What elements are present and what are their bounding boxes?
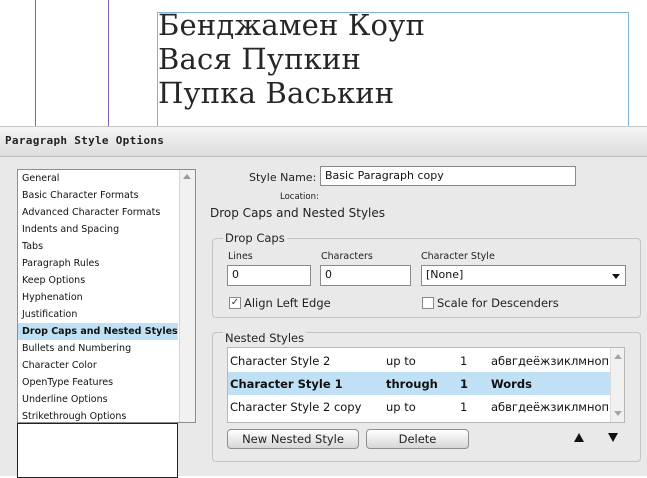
document-canvas: Бенджамен Коуп Вася Пупкин Пупка Васькин	[0, 0, 647, 127]
nested-style-row[interactable]: Character Style 2 copy up to 1 абвгдеёжз…	[228, 395, 610, 418]
category-item[interactable]: Basic Character Formats	[18, 187, 178, 204]
category-item[interactable]: Hyphenation	[18, 289, 178, 306]
new-nested-style-button[interactable]: New Nested Style	[227, 429, 359, 449]
drop-caps-group-title: Drop Caps	[223, 231, 287, 245]
category-item[interactable]: Justification	[18, 306, 178, 323]
scale-for-descenders-label: Scale for Descenders	[437, 296, 559, 310]
text-line[interactable]: Бенджамен Коуп	[158, 8, 425, 42]
nested-styles-scrollbar[interactable]	[610, 348, 624, 422]
nested-styles-group-title: Nested Styles	[223, 331, 307, 345]
nested-style-name: Character Style 2	[230, 354, 331, 368]
nested-style-target: Words	[491, 377, 532, 391]
category-item[interactable]: OpenType Features	[18, 374, 178, 391]
category-scrollbar[interactable]	[179, 170, 195, 422]
characters-input[interactable]: 0	[320, 265, 411, 286]
nested-style-rule: through	[386, 377, 438, 391]
category-item[interactable]: General	[18, 170, 178, 187]
move-down-arrow-icon[interactable]	[608, 433, 618, 442]
nested-style-row[interactable]: Character Style 2 up to 1 абвгдеёжзиклмн…	[228, 349, 610, 372]
text-line[interactable]: Пупка Васькин	[158, 76, 394, 110]
paragraph-style-options-dialog: Paragraph Style Options General Basic Ch…	[0, 126, 647, 478]
style-name-input[interactable]: Basic Paragraph copy	[320, 166, 576, 186]
category-item[interactable]: Tabs	[18, 238, 178, 255]
characters-label: Characters	[321, 251, 373, 262]
dropdown-arrow-icon[interactable]	[612, 274, 620, 279]
align-left-edge-label: Align Left Edge	[244, 296, 331, 310]
dialog-title: Paragraph Style Options	[5, 134, 165, 147]
category-item[interactable]: Keep Options	[18, 272, 178, 289]
nested-style-target: абвгдеёжзиклмноп...	[491, 400, 609, 414]
category-item[interactable]: Indents and Spacing	[18, 221, 178, 238]
dialog-titlebar[interactable]: Paragraph Style Options	[0, 127, 647, 157]
nested-style-count: 1	[460, 377, 469, 391]
category-item[interactable]: Underline Options	[18, 391, 178, 408]
character-style-value: [None]	[426, 268, 464, 281]
nested-style-name: Character Style 2 copy	[230, 400, 362, 414]
column-guide	[108, 0, 109, 127]
category-item[interactable]: Character Color	[18, 357, 178, 374]
style-name-label: Style Name:	[249, 171, 317, 184]
align-left-edge-checkbox[interactable]: ✓	[229, 297, 241, 309]
scroll-down-arrow-icon[interactable]	[614, 411, 622, 416]
character-style-dropdown[interactable]: [None]	[421, 265, 626, 286]
category-item[interactable]: Advanced Character Formats	[18, 204, 178, 221]
lines-input[interactable]: 0	[227, 265, 311, 286]
margin-guide	[35, 0, 36, 127]
nested-style-rule: up to	[386, 400, 416, 414]
character-style-label: Character Style	[421, 251, 495, 262]
category-item[interactable]: Bullets and Numbering	[18, 340, 178, 357]
nested-styles-list[interactable]: Character Style 2 up to 1 абвгдеёжзиклмн…	[227, 347, 625, 423]
location-label: Location:	[280, 192, 319, 202]
nested-style-count: 1	[460, 354, 468, 368]
move-up-arrow-icon[interactable]	[574, 433, 584, 442]
category-list[interactable]: General Basic Character Formats Advanced…	[17, 169, 196, 423]
delete-button[interactable]: Delete	[366, 429, 469, 449]
scroll-up-arrow-icon[interactable]	[614, 354, 622, 359]
scale-for-descenders-checkbox[interactable]	[422, 297, 434, 309]
lines-label: Lines	[228, 251, 253, 262]
category-item[interactable]: Paragraph Rules	[18, 255, 178, 272]
nested-style-count: 1	[460, 400, 468, 414]
text-line[interactable]: Вася Пупкин	[158, 42, 361, 76]
scroll-up-arrow-icon[interactable]	[183, 174, 191, 179]
nested-style-name: Character Style 1	[230, 377, 343, 391]
nested-style-row-selected[interactable]: Character Style 1 through 1 Words	[228, 372, 610, 395]
nested-style-target: абвгдеёжзиклмноп...	[491, 354, 609, 368]
section-title: Drop Caps and Nested Styles	[210, 206, 386, 220]
nested-style-rule: up to	[386, 354, 416, 368]
checkmark-icon: ✓	[230, 297, 240, 308]
category-item-selected[interactable]: Drop Caps and Nested Styles	[18, 323, 178, 340]
style-preview-area	[17, 423, 178, 478]
